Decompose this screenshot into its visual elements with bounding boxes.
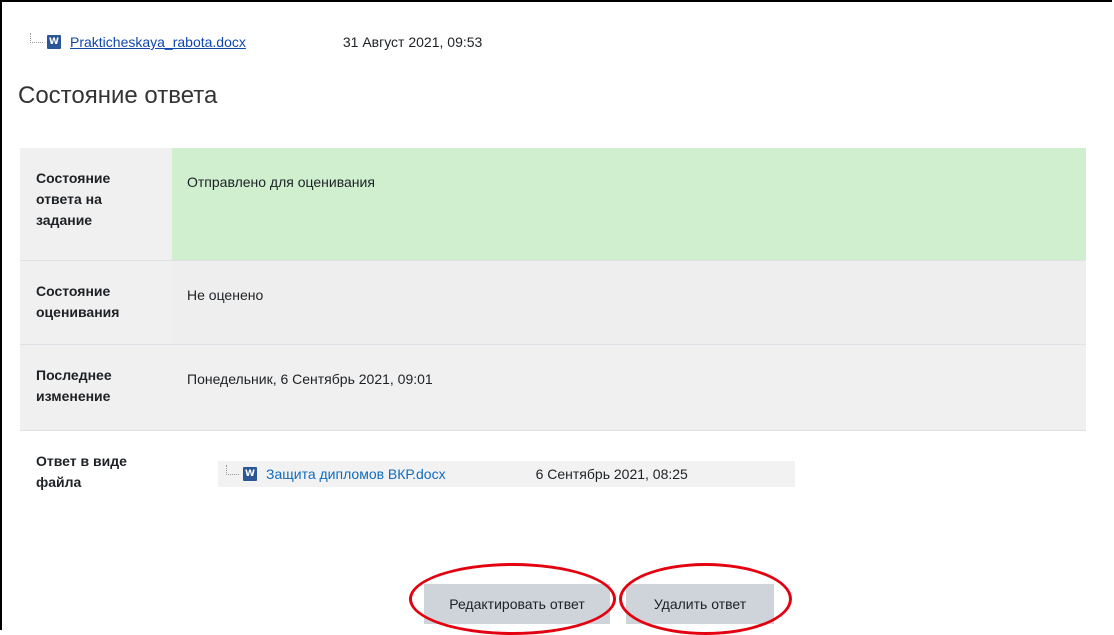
row-label-last-modified: Последнее изменение: [20, 344, 172, 430]
submission-file-link[interactable]: Защита дипломов ВКР.docx: [266, 466, 446, 482]
tree-connector: [30, 33, 43, 43]
top-file-row: W Prakticheskaya_rabota.docx 31 Август 2…: [30, 33, 483, 50]
top-file-date: 31 Август 2021, 09:53: [342, 34, 483, 50]
row-label-submission-status: Состояние ответа на задание: [20, 148, 172, 260]
row-value-last-modified: Понедельник, 6 Сентябрь 2021, 09:01: [172, 344, 1086, 430]
submission-status-table: Состояние ответа на задание Отправлено д…: [20, 148, 1086, 510]
submission-file-date: 6 Сентябрь 2021, 08:25: [535, 466, 688, 482]
word-document-icon: W: [243, 467, 257, 481]
submission-file-row: W Защита дипломов ВКР.docx 6 Сентябрь 20…: [218, 461, 795, 487]
word-document-icon: W: [47, 35, 61, 49]
table-row: Состояние ответа на задание Отправлено д…: [20, 148, 1086, 260]
tree-connector: [226, 465, 239, 475]
row-label-grading-status: Состояние оценивания: [20, 260, 172, 344]
row-value-grading-status: Не оценено: [172, 260, 1086, 344]
table-row: Состояние оценивания Не оценено: [20, 260, 1086, 344]
row-label-file-submissions: Ответ в виде файла: [20, 430, 172, 510]
edit-submission-button[interactable]: Редактировать ответ: [424, 584, 610, 624]
table-row: Последнее изменение Понедельник, 6 Сентя…: [20, 344, 1086, 430]
row-value-submission-status: Отправлено для оценивания: [172, 148, 1086, 260]
section-title: Состояние ответа: [18, 82, 218, 109]
remove-submission-button[interactable]: Удалить ответ: [626, 584, 774, 624]
top-file-link[interactable]: Prakticheskaya_rabota.docx: [70, 34, 246, 50]
